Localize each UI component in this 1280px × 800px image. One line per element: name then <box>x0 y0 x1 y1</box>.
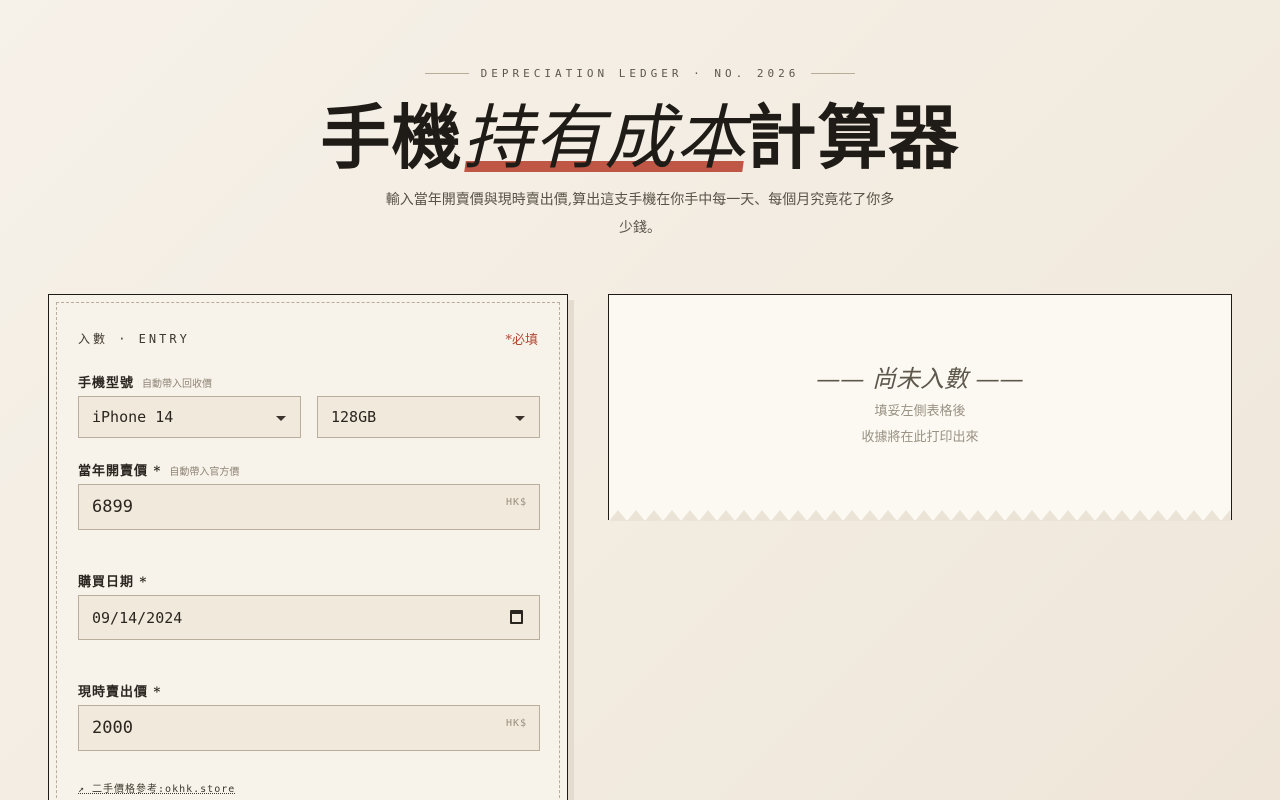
entry-form-card: 入數 · ENTRY *必填 手機型號 自動帶入回收價 iPhone 14 128… <box>48 294 568 800</box>
receipt-pending-title: —— 尚未入數 —— <box>816 365 1024 393</box>
title-prefix: 手機 <box>320 96 463 179</box>
secondhand-price-link[interactable]: ↗ 二手價格參考:okhk.store <box>78 780 235 795</box>
model-label-text: 手機型號 <box>78 376 135 391</box>
storage-select-value: 128GB <box>331 408 377 426</box>
purchase-date-input[interactable]: 09/14/2024 <box>78 595 540 640</box>
launch-price-hint: 自動帶入官方價 <box>169 467 240 478</box>
sell-price-value: 2000 <box>92 718 133 738</box>
sell-price-input[interactable]: 2000 HK$ <box>78 705 540 751</box>
sell-price-unit: HK$ <box>505 718 527 729</box>
model-select[interactable]: iPhone 14 <box>78 396 301 438</box>
calendar-icon[interactable] <box>510 610 523 624</box>
model-hint: 自動帶入回收價 <box>142 379 213 390</box>
purchase-date-value: 09/14/2024 <box>92 608 183 627</box>
receipt-panel: —— 尚未入數 —— 填妥左側表格後 收據將在此打印出來 <box>608 294 1232 521</box>
eyebrow-rule-left <box>424 73 469 74</box>
sell-price-label: 現時賣出價 * <box>78 685 162 700</box>
launch-price-unit: HK$ <box>505 497 527 508</box>
launch-price-label-text: 當年開賣價 * <box>78 464 162 479</box>
eyebrow-text: DEPRECIATION LEDGER · NO. 2026 <box>480 67 800 80</box>
title-emphasis: 持有成本 <box>462 97 747 179</box>
entry-header: 入數 · ENTRY *必填 <box>78 329 538 348</box>
header-eyebrow: DEPRECIATION LEDGER · NO. 2026 <box>0 67 1280 80</box>
required-note: *必填 <box>505 333 538 348</box>
title-suffix: 計算器 <box>746 96 960 179</box>
receipt-hint-line-1: 填妥左側表格後 <box>874 404 966 419</box>
model-label: 手機型號 自動帶入回收價 <box>78 372 212 391</box>
model-select-value: iPhone 14 <box>92 408 174 426</box>
page-subtitle: 輸入當年開賣價與現時賣出價,算出這支手機在你手中每一天、每個月究竟花了你多少錢。 <box>385 192 895 236</box>
purchase-date-label: 購買日期 * <box>78 575 148 590</box>
chevron-down-icon <box>515 416 525 421</box>
launch-price-value: 6899 <box>92 497 133 517</box>
launch-price-label: 當年開賣價 * 自動帶入官方價 <box>78 460 239 479</box>
storage-select[interactable]: 128GB <box>317 396 540 438</box>
page-title: 手機持有成本計算器 <box>0 96 1280 180</box>
receipt-torn-edge <box>609 510 1231 521</box>
entry-section-label: 入數 · ENTRY <box>78 332 190 346</box>
chevron-down-icon <box>276 416 286 421</box>
receipt-hint-line-2: 收據將在此打印出來 <box>861 430 979 445</box>
launch-price-input[interactable]: 6899 HK$ <box>78 484 540 530</box>
eyebrow-rule-right <box>811 73 856 74</box>
receipt-pending-hint: 填妥左側表格後 收據將在此打印出來 <box>609 399 1231 451</box>
